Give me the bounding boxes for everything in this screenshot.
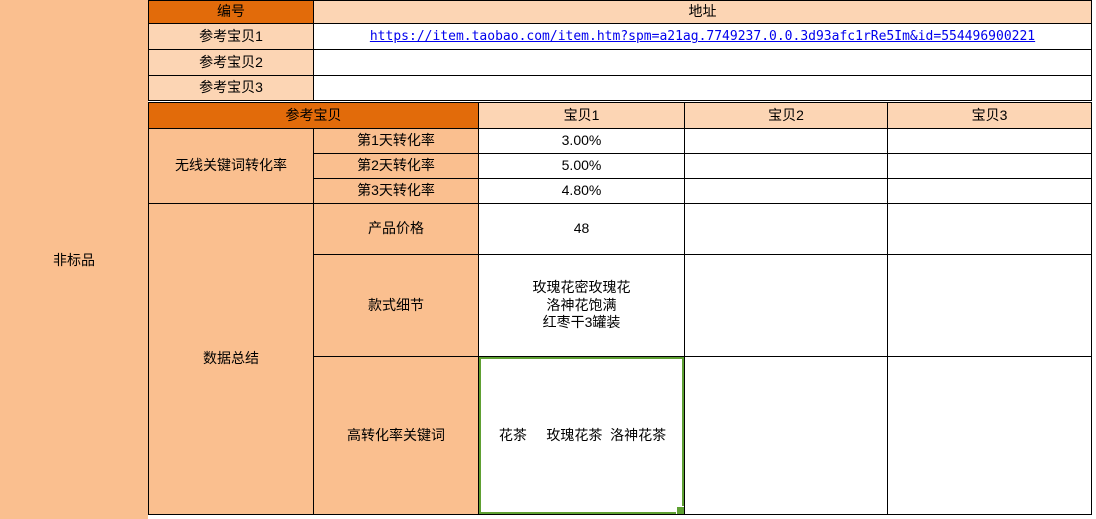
ref-item-1-address-cell[interactable]: https://item.taobao.com/item.htm?spm=a21…	[314, 24, 1092, 50]
day2-conversion-item2-cell[interactable]	[685, 154, 888, 179]
day1-conversion-item3-cell[interactable]	[888, 129, 1092, 154]
product-price-item1-cell[interactable]: 48	[479, 204, 685, 255]
data-summary-group-cell[interactable]: 数据总结	[149, 204, 314, 515]
day2-conversion-label-cell[interactable]: 第2天转化率	[314, 154, 479, 179]
style-details-item1-cell[interactable]: 玫瑰花密玫瑰花 洛神花饱满 红枣干3罐装	[479, 255, 685, 357]
product-price-label-cell[interactable]: 产品价格	[314, 204, 479, 255]
high-conversion-keywords-item2-cell[interactable]	[685, 357, 888, 515]
item1-column-header-cell[interactable]: 宝贝1	[479, 103, 685, 129]
product-price-item3-cell[interactable]	[888, 204, 1092, 255]
high-conversion-keywords-item1-cell[interactable]: 花茶 玫瑰花茶 洛神花茶	[479, 357, 685, 515]
item2-column-header-cell[interactable]: 宝贝2	[685, 103, 888, 129]
ref-item-2-address-cell[interactable]	[314, 50, 1092, 76]
address-table: 编号 地址 参考宝贝1 https://item.taobao.com/item…	[148, 0, 1092, 101]
id-header-cell[interactable]: 编号	[149, 1, 314, 24]
ref-item-3-address-cell[interactable]	[314, 76, 1092, 101]
day1-conversion-item2-cell[interactable]	[685, 129, 888, 154]
ref-item-1-label-cell[interactable]: 参考宝贝1	[149, 24, 314, 50]
day3-conversion-item1-cell[interactable]: 4.80%	[479, 179, 685, 204]
high-conversion-keywords-label-cell[interactable]: 高转化率关键词	[314, 357, 479, 515]
taobao-item-link[interactable]: https://item.taobao.com/item.htm?spm=a21…	[370, 29, 1035, 44]
high-conversion-keywords-item3-cell[interactable]	[888, 357, 1092, 515]
day1-conversion-label-cell[interactable]: 第1天转化率	[314, 129, 479, 154]
keywords-value: 花茶 玫瑰花茶 洛神花茶	[497, 427, 666, 443]
item3-column-header-cell[interactable]: 宝贝3	[888, 103, 1092, 129]
address-header-cell[interactable]: 地址	[314, 1, 1092, 24]
style-details-item3-cell[interactable]	[888, 255, 1092, 357]
day1-conversion-item1-cell[interactable]: 3.00%	[479, 129, 685, 154]
day3-conversion-item3-cell[interactable]	[888, 179, 1092, 204]
fill-handle[interactable]	[676, 506, 685, 515]
spreadsheet-view: 非标品 编号 地址 参考宝贝1 https://item.taobao.com/…	[0, 0, 1096, 519]
style-details-item2-cell[interactable]	[685, 255, 888, 357]
day2-conversion-item1-cell[interactable]: 5.00%	[479, 154, 685, 179]
wireless-keyword-conversion-group-cell[interactable]: 无线关键词转化率	[149, 129, 314, 204]
style-details-label-cell[interactable]: 款式细节	[314, 255, 479, 357]
product-price-item2-cell[interactable]	[685, 204, 888, 255]
category-label: 非标品	[53, 250, 95, 270]
day3-conversion-item2-cell[interactable]	[685, 179, 888, 204]
analysis-table: 参考宝贝 宝贝1 宝贝2 宝贝3 无线关键词转化率 第1天转化率 3.00% 第…	[148, 102, 1092, 515]
day3-conversion-label-cell[interactable]: 第3天转化率	[314, 179, 479, 204]
category-cell[interactable]: 非标品	[0, 0, 148, 519]
ref-items-header-cell[interactable]: 参考宝贝	[149, 103, 479, 129]
ref-item-2-label-cell[interactable]: 参考宝贝2	[149, 50, 314, 76]
ref-item-3-label-cell[interactable]: 参考宝贝3	[149, 76, 314, 101]
day2-conversion-item3-cell[interactable]	[888, 154, 1092, 179]
